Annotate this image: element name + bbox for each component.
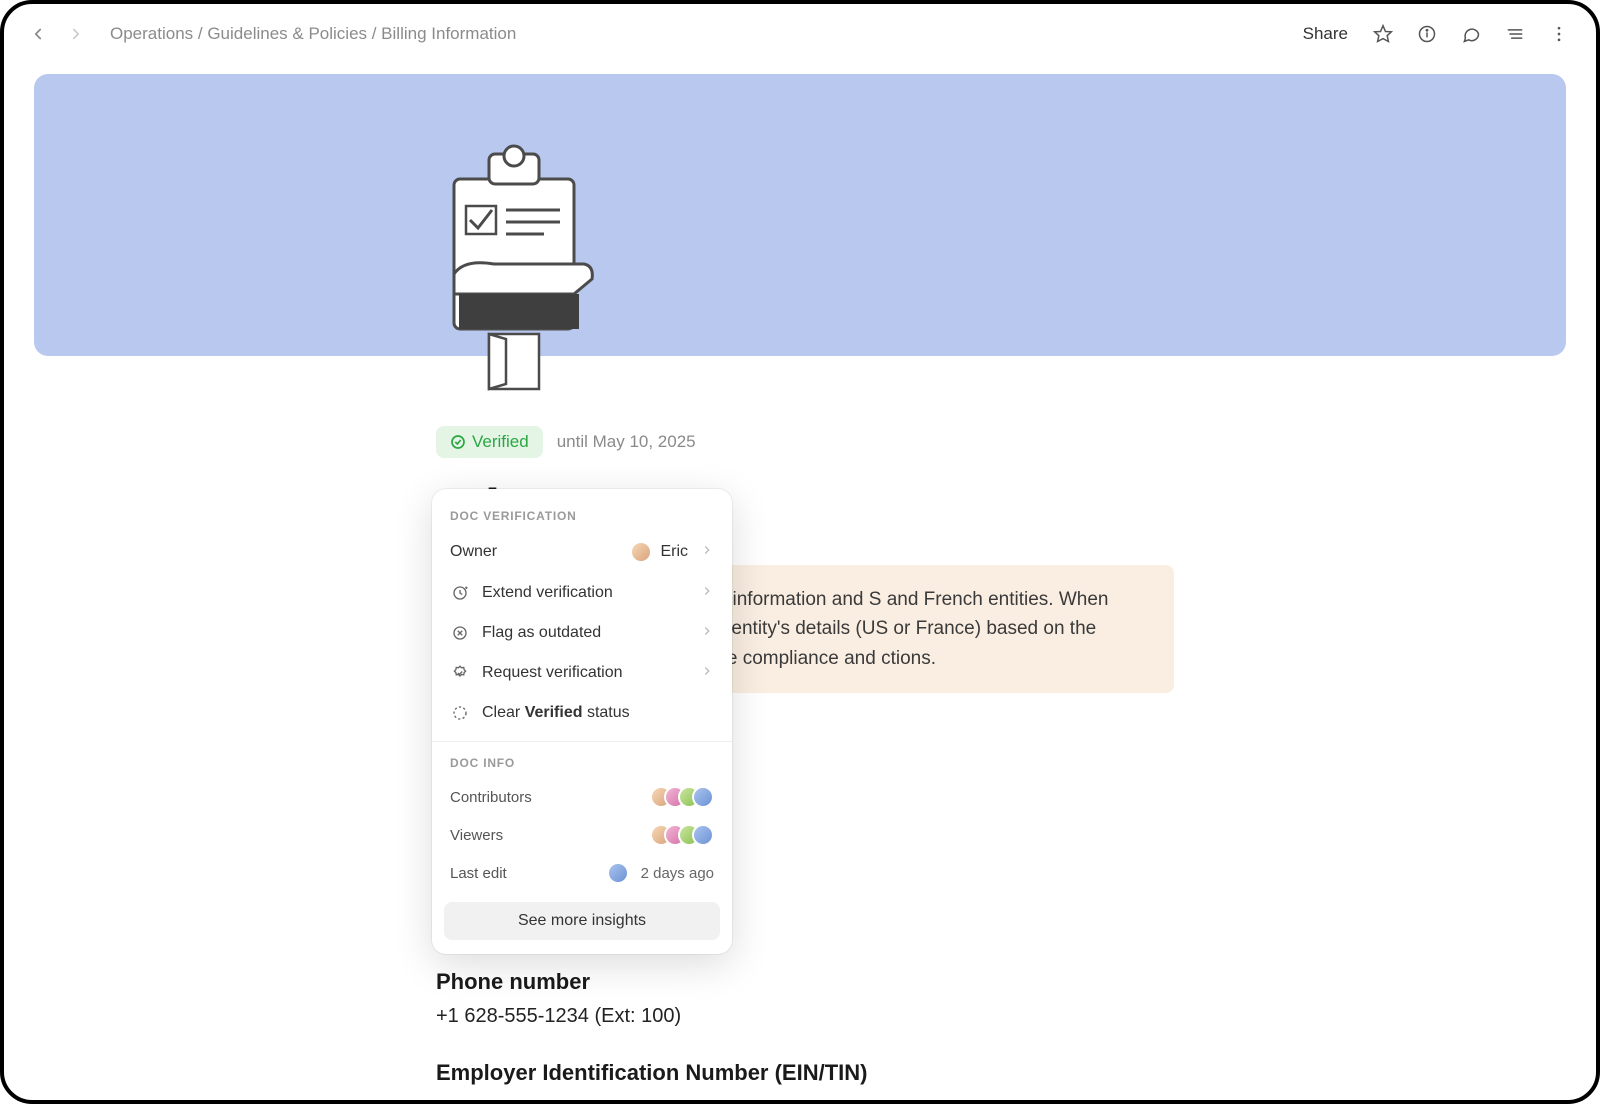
back-button[interactable] [24,20,52,48]
phone-value: +1 628-555-1234 (Ext: 100) [436,1005,1536,1028]
flag-outdated-row[interactable]: Flag as outdated [432,613,732,653]
doc-info-title: DOC INFO [432,750,732,778]
avatar-icon [692,786,714,808]
avatar-icon [692,824,714,846]
owner-name: Eric [660,543,688,561]
last-edit-value: 2 days ago [641,865,714,882]
last-edit-label: Last edit [450,865,595,882]
clear-verified-row[interactable]: Clear Verified status [432,693,732,733]
clear-label: Clear Verified status [482,704,714,722]
chevron-right-icon [700,624,714,643]
chevron-right-icon [700,543,714,562]
avatar-icon [630,541,652,563]
breadcrumb[interactable]: Operations / Guidelines & Policies / Bil… [110,24,516,44]
extend-label: Extend verification [482,584,688,602]
see-more-insights-button[interactable]: See more insights [444,902,720,940]
phone-heading: Phone number [436,969,1536,995]
x-circle-icon [450,623,470,643]
comment-icon[interactable] [1454,17,1488,51]
request-verification-row[interactable]: Request verification [432,653,732,693]
check-badge-icon [450,663,470,683]
request-label: Request verification [482,664,688,682]
verified-until: until May 10, 2025 [557,432,696,452]
owner-label: Owner [450,543,618,561]
chevron-right-icon [700,664,714,683]
doc-verification-popover: DOC VERIFICATION Owner Eric Extend verif… [432,489,732,954]
verified-badge[interactable]: Verified [436,426,543,458]
topbar: Operations / Guidelines & Policies / Bil… [4,4,1596,64]
share-button[interactable]: Share [1295,24,1356,44]
owner-row[interactable]: Owner Eric [432,531,732,573]
star-icon[interactable] [1366,17,1400,51]
divider [432,741,732,742]
flag-label: Flag as outdated [482,624,688,642]
avatar-stack [650,824,714,846]
chevron-right-icon [700,584,714,603]
dashed-circle-icon [450,703,470,723]
avatar-icon [607,862,629,884]
contributors-label: Contributors [450,789,638,806]
last-edit-row[interactable]: Last edit 2 days ago [432,854,732,892]
contributors-row[interactable]: Contributors [432,778,732,816]
info-icon[interactable] [1410,17,1444,51]
check-circle-icon [450,434,466,450]
extend-verification-row[interactable]: Extend verification [432,573,732,613]
verified-label: Verified [472,432,529,452]
menu-icon[interactable] [1498,17,1532,51]
forward-button[interactable] [62,20,90,48]
clock-extend-icon [450,583,470,603]
avatar-stack [650,786,714,808]
viewers-row[interactable]: Viewers [432,816,732,854]
more-icon[interactable] [1542,17,1576,51]
hero-banner [34,74,1566,356]
ein-heading: Employer Identification Number (EIN/TIN) [436,1060,1536,1086]
popover-section-title: DOC VERIFICATION [432,503,732,531]
viewers-label: Viewers [450,827,638,844]
